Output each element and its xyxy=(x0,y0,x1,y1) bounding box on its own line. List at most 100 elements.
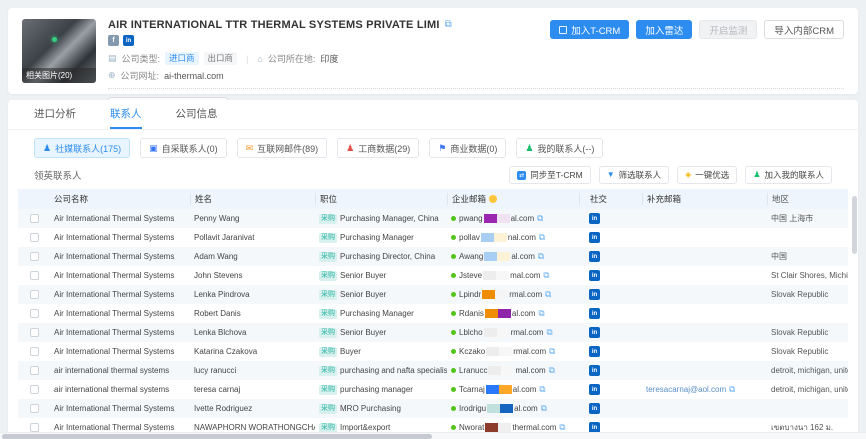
contact-name[interactable]: John Stevens xyxy=(194,271,242,280)
header-social[interactable]: 社交 xyxy=(579,193,642,205)
contact-name[interactable]: Pollavit Jaranivat xyxy=(194,233,254,242)
filter-my-contacts[interactable]: ♟ 我的联系人(--) xyxy=(516,138,603,158)
row-checkbox[interactable] xyxy=(30,309,39,318)
horizontal-scrollbar-thumb[interactable] xyxy=(2,434,432,439)
filter-internet-email[interactable]: ✉ 互联网邮件(89) xyxy=(237,138,328,158)
linkedin-icon[interactable]: in xyxy=(589,403,600,414)
importer-badge[interactable]: 进口商 xyxy=(165,52,199,65)
row-checkbox[interactable] xyxy=(30,423,39,432)
facebook-icon[interactable]: f xyxy=(108,35,119,46)
linkedin-icon[interactable]: in xyxy=(589,346,600,357)
contact-name[interactable]: teresa carnaj xyxy=(194,385,240,394)
position-text: Purchasing Manager, China xyxy=(340,214,439,223)
header-name[interactable]: 姓名 xyxy=(190,193,315,205)
copy-email-icon[interactable]: ⧉ xyxy=(543,270,549,281)
copy-email-icon[interactable]: ⧉ xyxy=(539,232,545,243)
row-checkbox[interactable] xyxy=(30,366,39,375)
exporter-badge[interactable]: 出口商 xyxy=(204,52,238,65)
copy-extra-email-icon[interactable]: ⧉ xyxy=(729,384,735,395)
tab-import-analysis[interactable]: 进口分析 xyxy=(34,100,76,129)
email-tip-icon[interactable] xyxy=(489,195,497,203)
filter-business-registry[interactable]: ♟ 工商数据(29) xyxy=(337,138,419,158)
header-position[interactable]: 职位 xyxy=(315,193,447,205)
position-tag: 采购 xyxy=(319,271,337,281)
company-photo[interactable]: 相关图片(20) xyxy=(22,19,96,83)
contact-name[interactable]: Lenka Blchova xyxy=(194,328,246,337)
website-value[interactable]: ai-thermal.com xyxy=(164,71,224,81)
copy-email-icon[interactable]: ⧉ xyxy=(538,308,544,319)
linkedin-icon[interactable]: in xyxy=(589,213,600,224)
copy-email-icon[interactable]: ⧉ xyxy=(549,346,555,357)
copy-email-icon[interactable]: ⧉ xyxy=(537,213,543,224)
contact-name[interactable]: Penny Wang xyxy=(194,214,240,223)
horizontal-scrollbar-track[interactable] xyxy=(0,432,866,439)
linkedin-icon[interactable]: in xyxy=(589,327,600,338)
header-email[interactable]: 企业邮箱 xyxy=(447,193,579,205)
contact-name[interactable]: Adam Wang xyxy=(194,252,238,261)
location-icon: ⌂ xyxy=(257,54,262,64)
row-checkbox[interactable] xyxy=(30,404,39,413)
row-checkbox[interactable] xyxy=(30,385,39,394)
contact-name[interactable]: Robert Danis xyxy=(194,309,241,318)
internet-email-icon: ✉ xyxy=(246,144,254,153)
header-extra-email[interactable]: 补充邮箱 xyxy=(642,193,767,205)
start-monitor-label: 开启监测 xyxy=(709,23,747,37)
email-mask xyxy=(484,252,510,261)
linkedin-icon[interactable]: in xyxy=(589,365,600,376)
one-click-optimize-button[interactable]: ◈ 一键优选 xyxy=(677,166,737,184)
contact-name[interactable]: Lenka Pindrova xyxy=(194,290,250,299)
filter-self-collected-contacts[interactable]: ▣ 自采联系人(0) xyxy=(140,138,227,158)
row-checkbox[interactable] xyxy=(30,328,39,337)
sync-to-tcrm-button[interactable]: ⇄ 同步至T-CRM xyxy=(509,166,590,184)
contact-name[interactable]: NAWAPHORN WORATHONGCHAI xyxy=(194,423,315,432)
email-mask xyxy=(485,423,511,432)
filter-social-contacts[interactable]: ♟ 社媒联系人(175) xyxy=(34,138,130,158)
contact-name[interactable]: Katarina Czakova xyxy=(194,347,257,356)
vertical-scrollbar[interactable] xyxy=(852,196,857,254)
add-radar-button[interactable]: 加入雷达 xyxy=(636,20,692,39)
tab-company-info[interactable]: 公司信息 xyxy=(176,100,218,129)
position-tag: 采购 xyxy=(319,385,337,395)
add-tcrm-button[interactable]: 加入T-CRM xyxy=(550,20,629,39)
table-row: air international thermal systems teresa… xyxy=(18,380,848,399)
contact-name[interactable]: lucy ranucci xyxy=(194,366,236,375)
copy-email-icon[interactable]: ⧉ xyxy=(538,251,544,262)
copy-email-icon[interactable]: ⧉ xyxy=(541,403,547,414)
linkedin-icon[interactable]: in xyxy=(589,251,600,262)
row-checkbox[interactable] xyxy=(30,214,39,223)
contact-name[interactable]: Ivette Rodriguez xyxy=(194,404,252,413)
email-suffix: al.com xyxy=(513,385,537,394)
filter-contacts-button[interactable]: ▼ 筛选联系人 xyxy=(599,166,669,184)
copy-email-icon[interactable]: ⧉ xyxy=(546,327,552,338)
email-prefix: Jsteve xyxy=(459,271,482,280)
copy-email-icon[interactable]: ⧉ xyxy=(539,384,545,395)
header-region[interactable]: 地区 xyxy=(767,193,848,205)
copy-email-icon[interactable]: ⧉ xyxy=(549,365,555,376)
linkedin-icon[interactable]: in xyxy=(589,232,600,243)
filter-social-label: 社媒联系人(175) xyxy=(55,142,121,155)
copy-email-icon[interactable]: ⧉ xyxy=(545,289,551,300)
copy-company-name-icon[interactable]: ⧉ xyxy=(445,20,452,30)
header-company[interactable]: 公司名称 xyxy=(50,193,190,205)
row-checkbox[interactable] xyxy=(30,233,39,242)
row-checkbox[interactable] xyxy=(30,347,39,356)
row-checkbox[interactable] xyxy=(30,290,39,299)
email-mask xyxy=(484,328,510,337)
linkedin-icon[interactable]: in xyxy=(589,289,600,300)
linkedin-icon[interactable]: in xyxy=(589,270,600,281)
related-images-label[interactable]: 相关图片(20) xyxy=(22,68,96,83)
linkedin-icon[interactable]: in xyxy=(589,384,600,395)
tab-contacts[interactable]: 联系人 xyxy=(110,100,142,129)
import-internal-crm-button[interactable]: 导入内部CRM xyxy=(764,20,844,39)
linkedin-icon[interactable]: in xyxy=(123,35,134,46)
filter-commercial-data[interactable]: ⚑ 商业数据(0) xyxy=(429,138,506,158)
linkedin-icon[interactable]: in xyxy=(589,308,600,319)
email-suffix: thermal.com xyxy=(512,423,556,432)
table-row: Air International Thermal Systems Pollav… xyxy=(18,228,848,247)
start-monitor-button[interactable]: 开启监测 xyxy=(699,20,757,39)
email-valid-dot xyxy=(451,273,456,278)
row-checkbox[interactable] xyxy=(30,252,39,261)
email-valid-dot xyxy=(451,349,456,354)
row-checkbox[interactable] xyxy=(30,271,39,280)
add-to-my-contacts-button[interactable]: ♟ 加入我的联系人 xyxy=(745,166,832,184)
